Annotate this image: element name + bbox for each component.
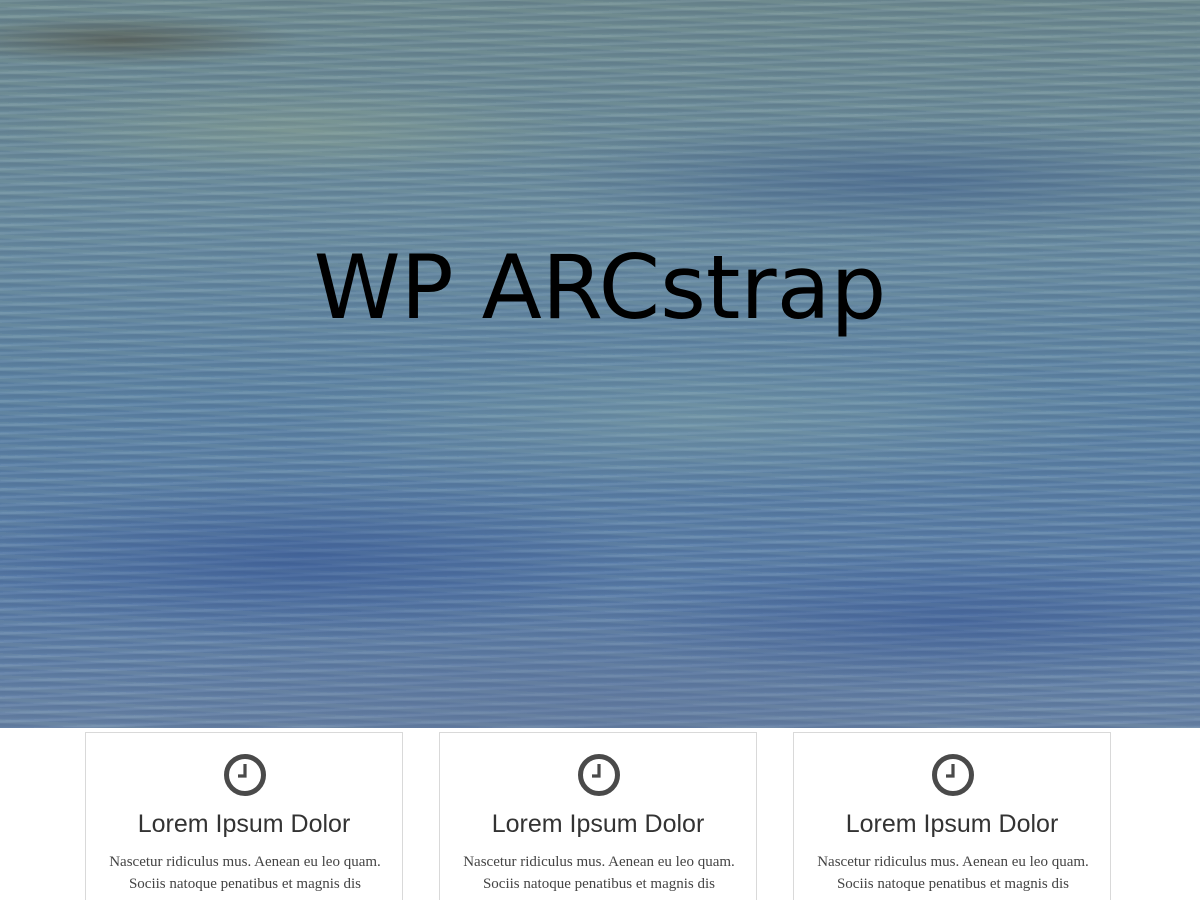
clock-icon — [224, 754, 266, 796]
feature-card: Lorem Ipsum Dolor Nascetur ridiculus mus… — [85, 732, 403, 900]
feature-title: Lorem Ipsum Dolor — [137, 810, 351, 838]
feature-card: Lorem Ipsum Dolor Nascetur ridiculus mus… — [793, 732, 1111, 900]
feature-card: Lorem Ipsum Dolor Nascetur ridiculus mus… — [439, 732, 757, 900]
site-title[interactable]: WP ARCstrap — [0, 236, 1200, 340]
hero-banner: WP ARCstrap — [0, 0, 1200, 728]
clock-icon — [578, 754, 620, 796]
feature-text: Nascetur ridiculus mus. Aenean eu leo qu… — [109, 854, 381, 900]
clock-icon — [932, 754, 974, 796]
feature-title: Lorem Ipsum Dolor — [491, 810, 705, 838]
feature-title: Lorem Ipsum Dolor — [845, 810, 1059, 838]
feature-text: Nascetur ridiculus mus. Aenean eu leo qu… — [817, 854, 1089, 900]
features-section: Lorem Ipsum Dolor Nascetur ridiculus mus… — [0, 728, 1200, 900]
feature-text: Nascetur ridiculus mus. Aenean eu leo qu… — [463, 854, 735, 900]
